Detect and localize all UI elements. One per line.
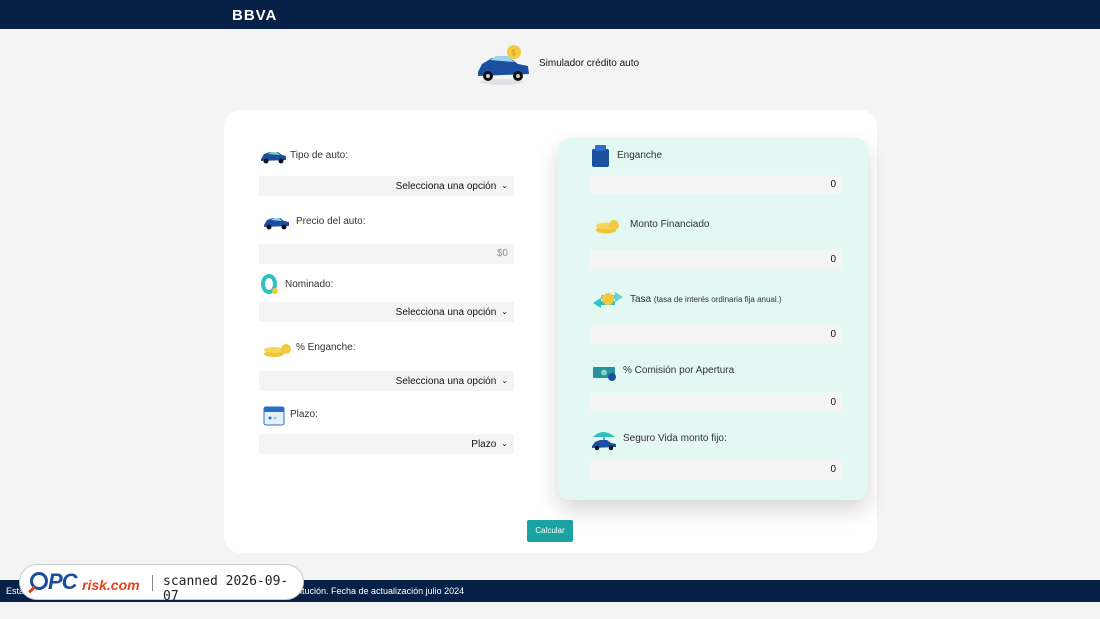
monto-value: 0: [590, 250, 842, 269]
comision-value: 0: [590, 393, 842, 412]
chevron-down-icon: ⌄: [501, 439, 508, 448]
chevron-down-icon: ⌄: [501, 181, 508, 190]
hero: $ Simulador crédito auto: [474, 44, 694, 88]
enganche-value: 0: [590, 175, 842, 194]
nominado-select[interactable]: Selecciona una opción ⌄: [259, 302, 514, 322]
nominated-icon: [261, 274, 278, 294]
wallet-icon: [592, 145, 609, 167]
coins-icon: [264, 344, 291, 357]
pcrisk-watermark: PC risk.com scanned 2026-09-07: [19, 564, 304, 604]
tasa-value: 0: [590, 325, 842, 344]
car-umbrella-icon: [592, 432, 616, 451]
tipo-auto-select[interactable]: Selecciona una opción ⌄: [259, 176, 514, 196]
car-icon: [264, 218, 289, 230]
tipo-auto-selected: Selecciona una opción: [395, 181, 497, 192]
plazo-selected: Plazo: [471, 439, 497, 450]
magnifier-handle-icon: [28, 585, 36, 594]
comision-label: % Comisión por Apertura: [623, 365, 735, 376]
tipo-auto-label: Tipo de auto:: [290, 150, 349, 161]
exchange-coin-icon: [593, 292, 623, 308]
nominado-selected: Selecciona una opción: [395, 307, 497, 318]
enganche-pct-label: % Enganche:: [296, 342, 356, 353]
nominado-label: Nominado:: [285, 279, 334, 290]
watermark-divider: [152, 575, 153, 591]
precio-input[interactable]: $0: [259, 244, 514, 264]
footer-text: itución. Fecha de actualización julio 20…: [300, 586, 465, 596]
svg-text:$: $: [511, 48, 516, 57]
page-title: Simulador crédito auto: [539, 58, 640, 69]
car-with-coin-icon: $: [478, 45, 529, 85]
tasa-label: Tasa (tasa de interés ordinaria fija anu…: [630, 294, 782, 305]
monto-label: Monto Financiado: [630, 219, 710, 230]
watermark-brand-risk: risk.com: [82, 577, 140, 593]
precio-label: Precio del auto:: [296, 216, 366, 227]
tasa-label-text: Tasa: [630, 294, 652, 305]
cash-icon: [593, 367, 616, 381]
chevron-down-icon: ⌄: [501, 307, 508, 316]
chevron-down-icon: ⌄: [501, 376, 508, 385]
watermark-brand-pc: PC: [48, 569, 78, 594]
coins-stack-icon: [596, 220, 619, 234]
seguro-value: 0: [590, 460, 842, 479]
bbva-logo[interactable]: BBVA: [232, 7, 277, 24]
plazo-label: Plazo:: [290, 409, 318, 420]
top-bar: BBVA: [0, 0, 1100, 29]
plazo-select[interactable]: Plazo ⌄: [259, 434, 514, 454]
calcular-button[interactable]: Calcular: [527, 520, 573, 542]
enganche-label: Enganche: [617, 150, 663, 161]
cars-icon: [261, 152, 286, 164]
enganche-pct-select[interactable]: Selecciona una opción ⌄: [259, 371, 514, 391]
seguro-label: Seguro Vida monto fijo:: [623, 433, 727, 444]
tasa-note: (tasa de interés ordinaria fija anual.): [653, 295, 782, 304]
calendar-icon: [263, 406, 285, 426]
enganche-pct-selected: Selecciona una opción: [395, 376, 497, 387]
watermark-scan-date: scanned 2026-09-07: [163, 574, 289, 604]
